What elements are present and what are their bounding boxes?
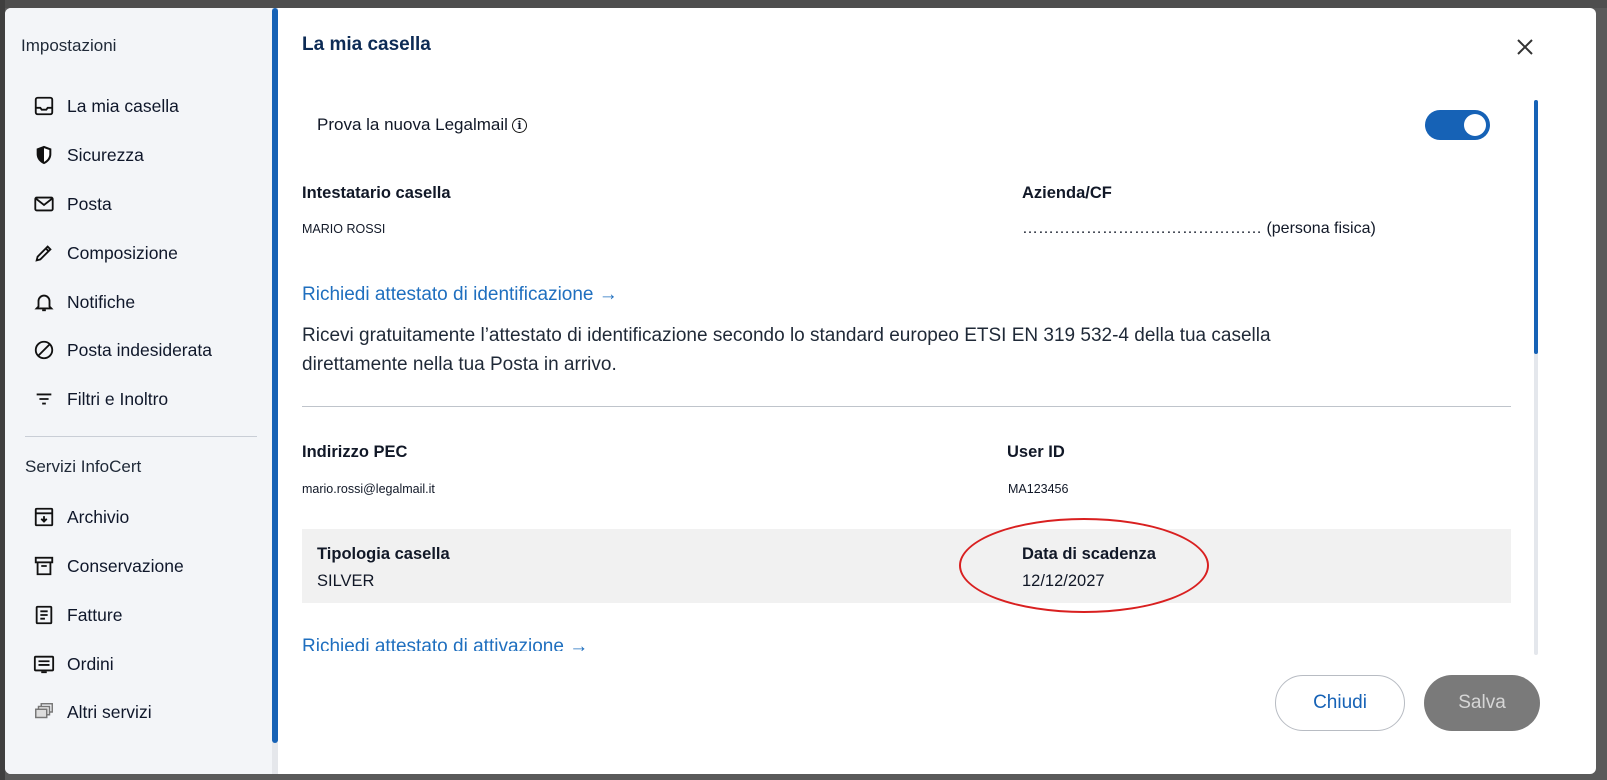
info-icon[interactable]: i [511, 117, 527, 133]
archive-download-icon [33, 506, 55, 528]
sidebar-item-conservazione[interactable]: Conservazione [33, 546, 184, 586]
sidebar-item-label: Composizione [67, 242, 178, 263]
sidebar-item-notifiche[interactable]: Notifiche [33, 282, 135, 322]
sidebar-divider-line [25, 436, 257, 437]
mailbox-type-value: SILVER [317, 572, 375, 590]
sidebar-item-label: Fatture [67, 604, 123, 625]
identification-description: Ricevi gratuitamente l’attestato di iden… [302, 325, 1271, 375]
pec-value: mario.rossi@legalmail.it [302, 482, 435, 496]
request-activation-link[interactable]: Richiedi attestato di attivazione → [302, 636, 588, 651]
background-app-bar [0, 0, 1607, 8]
sidebar-scrollbar-thumb[interactable] [272, 8, 278, 743]
bell-icon [33, 291, 55, 313]
close-footer-button[interactable]: Chiudi [1275, 675, 1405, 731]
section-divider [302, 406, 1511, 407]
content-scrollbar-thumb[interactable] [1534, 100, 1538, 354]
settings-sidebar: Impostazioni La mia casella Sicurezza Po… [5, 8, 272, 774]
close-button[interactable] [1508, 30, 1542, 64]
page-title: La mia casella [302, 34, 431, 55]
request-identification-link[interactable]: Richiedi attestato di identificazione → [302, 284, 618, 306]
inbox-icon [33, 95, 55, 117]
sidebar-item-la-mia-casella[interactable]: La mia casella [33, 86, 179, 126]
orders-icon [33, 653, 55, 675]
close-icon [1517, 39, 1533, 55]
sidebar-heading: Impostazioni [21, 36, 117, 55]
toggle-knob [1464, 114, 1486, 136]
user-id-value: MA123456 [1008, 482, 1069, 496]
sidebar-item-label: Posta indesiderata [67, 339, 212, 360]
new-legalmail-toggle[interactable] [1425, 110, 1490, 140]
filter-icon [33, 388, 55, 410]
sidebar-item-label: Notifiche [67, 291, 136, 312]
mailbox-type-label: Tipologia casella [317, 545, 450, 563]
new-legalmail-toggle-label: Prova la nuova Legalmail i [317, 115, 527, 135]
sidebar-item-label: Ordini [67, 653, 114, 674]
sidebar-item-altri-servizi[interactable]: Altri servizi [33, 692, 152, 732]
sidebar-item-posta[interactable]: Posta [33, 184, 112, 224]
owner-value: MARIO ROSSI [302, 222, 386, 236]
services-heading: Servizi InfoCert [25, 457, 142, 476]
sidebar-item-ordini[interactable]: Ordini [33, 644, 114, 684]
activation-link-clip: Richiedi attestato di attivazione → [302, 633, 588, 651]
highlight-circle [959, 518, 1209, 613]
save-button: Salva [1424, 675, 1540, 731]
sidebar-item-label: Archivio [67, 506, 130, 527]
invoice-icon [33, 604, 55, 626]
stack-icon [33, 701, 55, 723]
block-icon [33, 339, 55, 361]
settings-modal: Impostazioni La mia casella Sicurezza Po… [5, 8, 1596, 774]
sidebar-item-sicurezza[interactable]: Sicurezza [33, 135, 144, 175]
user-id-label: User ID [1007, 443, 1065, 461]
owner-label: Intestatario casella [302, 184, 451, 202]
mailbox-type-row [302, 529, 1511, 603]
pec-label: Indirizzo PEC [302, 443, 408, 461]
sidebar-item-label: Altri servizi [67, 701, 152, 722]
sidebar-item-label: Filtri e Inoltro [67, 388, 169, 409]
sidebar-scrollbar[interactable] [272, 8, 278, 774]
sidebar-item-label: Sicurezza [67, 144, 144, 165]
envelope-icon [33, 193, 55, 215]
sidebar-item-label: Posta [67, 193, 112, 214]
sidebar-item-label: La mia casella [67, 95, 179, 116]
shield-icon [33, 144, 55, 166]
company-value: ……………………………………… (persona fisica) [1022, 220, 1376, 237]
sidebar-item-posta-indesiderata[interactable]: Posta indesiderata [33, 330, 212, 370]
sidebar-item-label: Conservazione [67, 555, 184, 576]
sidebar-item-filtri-inoltro[interactable]: Filtri e Inoltro [33, 379, 168, 419]
sidebar-item-fatture[interactable]: Fatture [33, 595, 122, 635]
company-label: Azienda/CF [1022, 184, 1112, 202]
pencil-icon [33, 242, 55, 264]
sidebar-item-archivio[interactable]: Archivio [33, 497, 129, 537]
sidebar-item-composizione[interactable]: Composizione [33, 233, 178, 273]
toggle-label-text: Prova la nuova Legalmail [317, 115, 508, 134]
archive-box-icon [33, 555, 55, 577]
